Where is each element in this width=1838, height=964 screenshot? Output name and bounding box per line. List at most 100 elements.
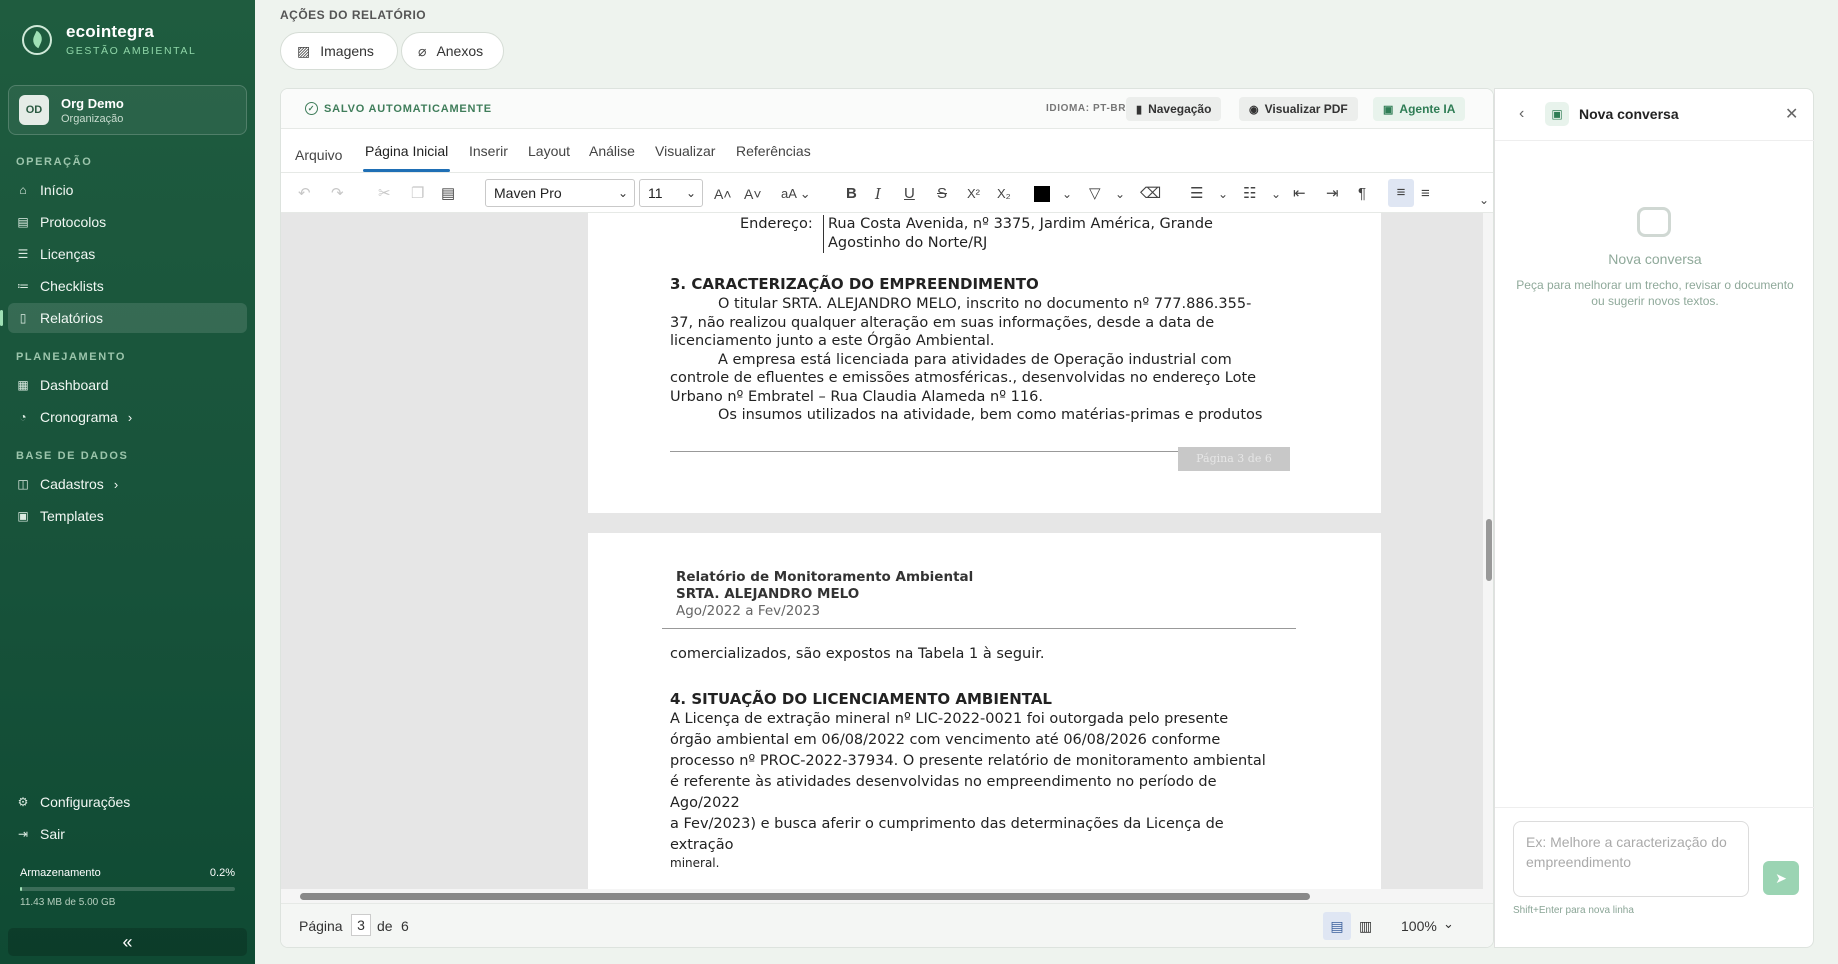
document-canvas[interactable]: Endereço: Rua Costa Avenida, nº 3375, Ja… xyxy=(281,213,1483,889)
chevron-down-icon[interactable]: ⌄ xyxy=(1115,185,1125,203)
superscript-icon[interactable]: X² xyxy=(967,185,980,203)
images-button[interactable]: ▨ Imagens xyxy=(280,32,398,70)
template-icon: ▣ xyxy=(17,509,29,523)
tab-analise[interactable]: Análise xyxy=(589,143,635,159)
sidebar-item-label: Templates xyxy=(40,508,104,524)
section-title-operacao: OPERAÇÃO xyxy=(16,156,93,168)
address-line: Agostinho do Norte/RJ xyxy=(828,234,988,251)
toolbar-expand-icon[interactable]: ⌄ xyxy=(1479,191,1489,209)
document-page[interactable]: Endereço: Rua Costa Avenida, nº 3375, Ja… xyxy=(588,213,1381,513)
bullet-list-icon[interactable]: ☰ xyxy=(1190,185,1203,203)
sidebar-item-configuracoes[interactable]: ⚙ Configurações xyxy=(8,787,247,817)
scrollbar-thumb[interactable] xyxy=(300,893,1310,900)
sidebar-item-inicio[interactable]: ⌂ Início xyxy=(8,175,247,205)
strikethrough-icon[interactable]: S xyxy=(937,185,947,203)
chevron-down-icon[interactable]: ⌄ xyxy=(1062,185,1072,203)
close-icon[interactable]: ✕ xyxy=(1785,104,1798,124)
ai-agent-button[interactable]: ▣ Agente IA xyxy=(1373,97,1466,121)
view-pdf-button[interactable]: ◉ Visualizar PDF xyxy=(1239,97,1358,121)
chevron-down-icon[interactable]: ⌄ xyxy=(1218,185,1228,203)
timeline-icon: ◔ xyxy=(19,410,27,424)
eraser-icon[interactable]: ⌫ xyxy=(1140,185,1161,203)
zoom-level[interactable]: 100% xyxy=(1401,918,1437,934)
navigation-button[interactable]: ▮ Navegação xyxy=(1126,97,1222,121)
text-line: a Fev/2023) e busca aferir o cumprimento… xyxy=(670,816,1224,853)
cut-icon[interactable]: ✂ xyxy=(378,185,391,203)
italic-icon[interactable]: I xyxy=(875,185,881,203)
tab-referencias[interactable]: Referências xyxy=(736,143,811,159)
page-number-input[interactable]: 3 xyxy=(351,914,371,936)
org-switcher[interactable]: OD Org Demo Organização xyxy=(8,85,247,135)
language-label: IDIOMA: PT-BR xyxy=(1046,103,1127,114)
increase-indent-icon[interactable]: ⇥ xyxy=(1326,185,1339,203)
sidebar-item-dashboard[interactable]: ▦ Dashboard xyxy=(8,370,247,400)
scrollbar-thumb[interactable] xyxy=(1486,519,1492,581)
org-avatar: OD xyxy=(19,95,49,125)
editor-top-bar: ✓ SALVO AUTOMATICAMENTE IDIOMA: PT-BR ▮ Na… xyxy=(281,89,1493,129)
sidebar-item-relatorios[interactable]: ▯ Relatórios xyxy=(0,303,247,333)
sidebar-item-label: Licenças xyxy=(40,246,96,262)
sidebar-item-licencas[interactable]: ☰ Licenças xyxy=(8,239,247,269)
navigation-label: Navegação xyxy=(1148,102,1212,116)
sidebar-item-cronograma[interactable]: ◔ Cronograma › xyxy=(8,402,247,432)
chevron-left-icon[interactable]: ‹ xyxy=(1519,105,1524,123)
horizontal-scrollbar[interactable] xyxy=(281,889,1493,903)
storage-bar xyxy=(20,887,235,891)
ai-message-input[interactable]: Ex: Melhore a caracterização do empreend… xyxy=(1513,821,1749,897)
autosave-status: ✓ SALVO AUTOMATICAMENTE xyxy=(305,102,492,115)
text-line: é referente às atividades desenvolvidas … xyxy=(670,774,1217,811)
vertical-scrollbar[interactable] xyxy=(1483,213,1493,889)
copy-icon[interactable]: ❐ xyxy=(411,185,424,203)
align-left-icon[interactable]: ≡ xyxy=(1388,179,1414,207)
ai-panel-header: ‹ ▣ Nova conversa ✕ xyxy=(1495,89,1815,141)
chevron-down-icon[interactable]: ⌄ xyxy=(1271,185,1281,203)
change-case-icon[interactable]: aA ⌄ xyxy=(781,185,811,203)
sidebar-item-cadastros[interactable]: ◫ Cadastros › xyxy=(8,469,247,499)
attachments-button[interactable]: ⌀ Anexos xyxy=(401,32,504,70)
align-center-icon[interactable]: ≡ xyxy=(1421,185,1430,203)
page-number-badge: Página 3 de 6 xyxy=(1178,447,1290,471)
collapse-sidebar-button[interactable]: « xyxy=(8,928,247,956)
grow-font-icon[interactable]: A˄ xyxy=(714,185,732,203)
tab-pagina-inicial[interactable]: Página Inicial xyxy=(362,143,451,172)
redo-icon[interactable]: ↷ xyxy=(331,185,344,203)
font-color-icon[interactable] xyxy=(1034,186,1050,202)
tab-arquivo[interactable]: Arquivo xyxy=(295,147,342,163)
sidebar-item-label: Relatórios xyxy=(40,310,104,326)
sidebar-item-sair[interactable]: ⇥ Sair xyxy=(8,819,247,849)
tab-visualizar[interactable]: Visualizar xyxy=(655,143,715,159)
address-value: Rua Costa Avenida, nº 3375, Jardim Améri… xyxy=(823,215,1253,253)
tab-inserir[interactable]: Inserir xyxy=(469,143,508,159)
font-family-select[interactable]: Maven Pro ⌄ xyxy=(485,179,635,207)
numbered-list-icon[interactable]: ☷ xyxy=(1243,185,1256,203)
paste-icon[interactable]: ▤ xyxy=(441,185,455,203)
underline-icon[interactable]: U xyxy=(904,185,915,203)
actions-title: AÇÕES DO RELATÓRIO xyxy=(280,8,427,22)
chevron-down-icon[interactable]: ⌄ xyxy=(1443,916,1454,932)
undo-icon[interactable]: ↶ xyxy=(298,185,311,203)
app-tagline: GESTÃO AMBIENTAL xyxy=(66,45,197,57)
home-icon: ⌂ xyxy=(19,183,27,197)
highlight-icon[interactable]: ▽ xyxy=(1089,185,1101,203)
tab-layout[interactable]: Layout xyxy=(528,143,570,159)
double-chevron-left-icon: « xyxy=(122,931,133,952)
section-heading: 3. CARACTERIZAÇÃO DO EMPREENDIMENTO xyxy=(670,275,1039,293)
app-name: ecointegra xyxy=(66,22,154,41)
send-button[interactable]: ➤ xyxy=(1763,861,1799,895)
document-page[interactable]: Relatório de Monitoramento Ambiental SRT… xyxy=(588,533,1381,889)
font-size-value: 11 xyxy=(648,185,663,201)
shrink-font-icon[interactable]: A˅ xyxy=(744,185,762,203)
sidebar-item-checklists[interactable]: ≔ Checklists xyxy=(8,271,247,301)
decrease-indent-icon[interactable]: ⇤ xyxy=(1293,185,1306,203)
subscript-icon[interactable]: X₂ xyxy=(997,185,1011,203)
bold-icon[interactable]: B xyxy=(846,185,857,203)
web-layout-icon[interactable]: ▥ xyxy=(1359,918,1372,935)
robot-icon: ▣ xyxy=(1383,103,1394,116)
sidebar-item-protocolos[interactable]: ▤ Protocolos xyxy=(8,207,247,237)
print-layout-icon[interactable]: ▤ xyxy=(1323,912,1351,940)
ribbon-tabs: Arquivo Página Inicial Inserir Layout An… xyxy=(281,129,1493,173)
sidebar: ecointegra GESTÃO AMBIENTAL OD Org Demo … xyxy=(0,0,255,964)
paragraph-mark-icon[interactable]: ¶ xyxy=(1358,185,1366,203)
font-size-select[interactable]: 11 ⌄ xyxy=(639,179,703,207)
sidebar-item-templates[interactable]: ▣ Templates xyxy=(8,501,247,531)
